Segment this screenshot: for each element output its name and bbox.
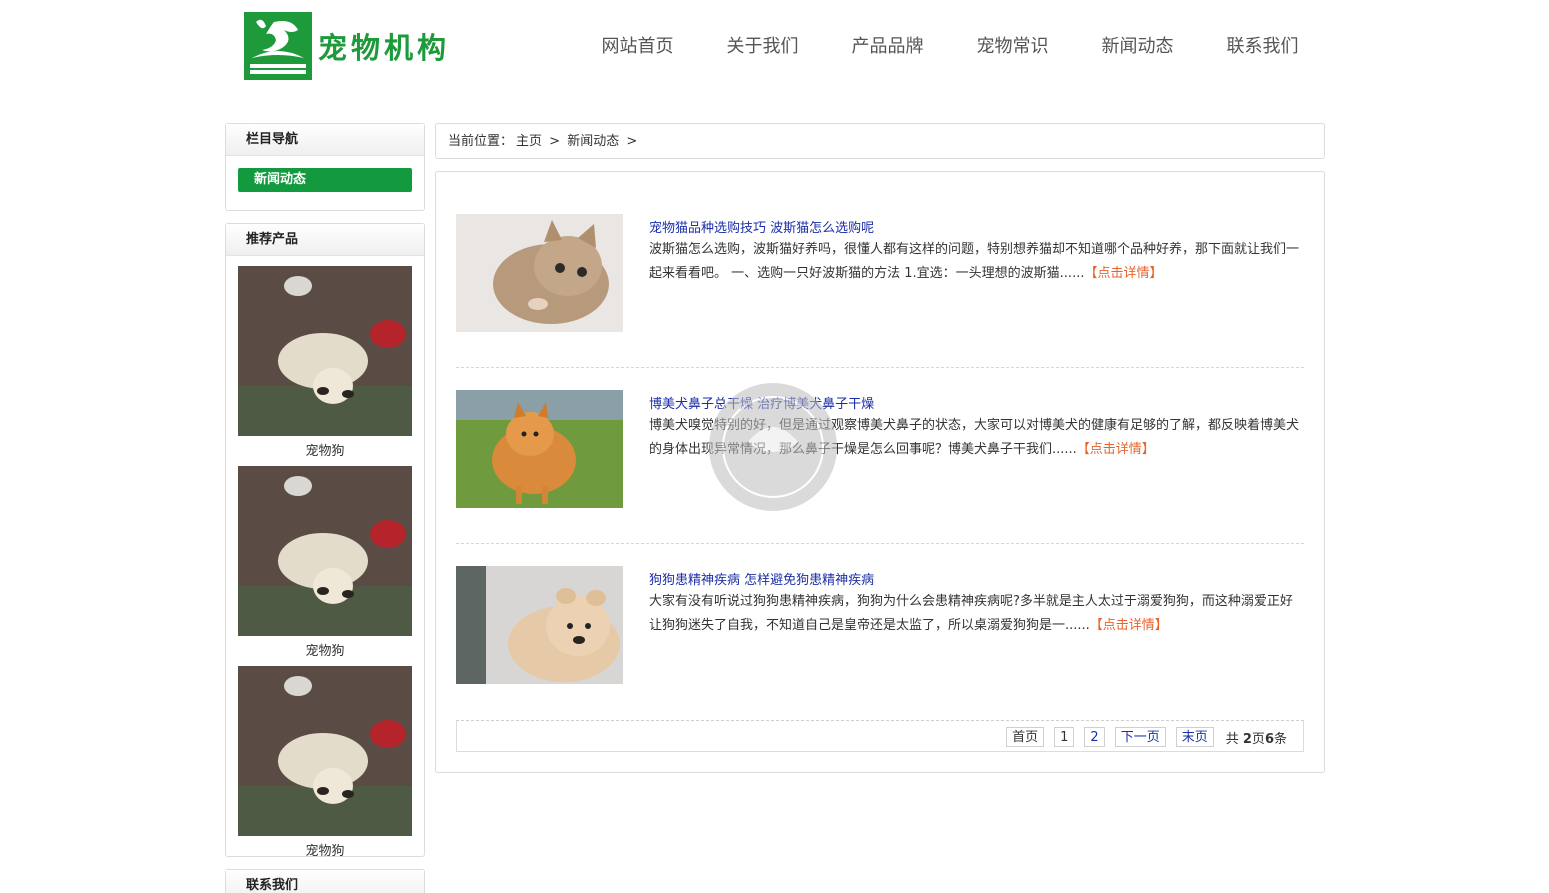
pagination-prefix: 共 (1225, 731, 1243, 747)
nav-item-brands[interactable]: 产品品牌 (825, 33, 950, 61)
pagination-summary: 共 2页6条 (1226, 728, 1287, 747)
pagination: 首页 1 2 下一页 末页 共 2页6条 (456, 720, 1304, 752)
read-more-link[interactable]: 【点击详情】 (1077, 442, 1155, 457)
pagination-total-pages: 2 (1242, 731, 1252, 747)
nav-item-knowledge[interactable]: 宠物常识 (950, 33, 1075, 61)
product-card[interactable]: 宠物狗 (238, 466, 412, 659)
read-more-link[interactable]: 【点击详情】 (1084, 266, 1162, 281)
list-item: 狗狗患精神疾病 怎样避免狗患精神疾病 大家有没有听说过狗狗患精神疾病，狗狗为什么… (456, 566, 1304, 720)
pagination-suffix: 条 (1273, 731, 1287, 747)
nav-item-home[interactable]: 网站首页 (575, 33, 700, 61)
sidebar-nav-title: 栏目导航 (226, 124, 424, 156)
news-list: 宠物猫品种选购技巧 波斯猫怎么选购呢 波斯猫怎么选购，波斯猫好养吗，很懂人都有这… (435, 171, 1325, 773)
page-next-button[interactable]: 下一页 (1114, 727, 1166, 747)
article-summary: 大家有没有听说过狗狗患精神疾病，狗狗为什么会患精神疾病呢?多半就是主人太过于溺爱… (649, 590, 1304, 638)
list-item: 博美犬鼻子总干燥 治疗博美犬鼻子干燥 博美犬嗅觉特别的好，但是通过观察博美犬鼻子… (456, 390, 1304, 544)
nav-item-about[interactable]: 关于我们 (700, 33, 825, 61)
logo-text: 宠物机构 (318, 31, 451, 65)
article-summary: 波斯猫怎么选购，波斯猫好养吗，很懂人都有这样的问题，特别想养猫却不知道哪个品种好… (649, 238, 1304, 286)
nav-item-news[interactable]: 新闻动态 (1075, 33, 1200, 61)
product-name[interactable]: 宠物狗 (238, 640, 412, 659)
logo[interactable]: 宠物机构 (244, 12, 450, 80)
breadcrumb-label: 当前位置： (448, 134, 514, 149)
main-nav: 网站首页 关于我们 产品品牌 宠物常识 新闻动态 联系我们 (575, 33, 1325, 61)
breadcrumb-separator: > (549, 134, 561, 149)
article-image-pomeranian[interactable] (456, 390, 623, 508)
breadcrumb-current[interactable]: 新闻动态 (567, 134, 619, 149)
product-image-dog[interactable] (238, 466, 412, 636)
read-more-link[interactable]: 【点击详情】 (1090, 618, 1168, 633)
breadcrumb-home[interactable]: 主页 (516, 134, 542, 149)
article-image-cat[interactable] (456, 214, 623, 332)
sidebar-item-news[interactable]: 新闻动态 (238, 168, 412, 192)
nav-item-contact[interactable]: 联系我们 (1200, 33, 1325, 61)
page-first-button[interactable]: 首页 (1006, 727, 1045, 747)
product-image-dog[interactable] (238, 666, 412, 836)
watermark-icon (709, 383, 837, 511)
product-name[interactable]: 宠物狗 (238, 840, 412, 859)
article-image-chow-chow[interactable] (456, 566, 623, 684)
sidebar-contact-title: 联系我们 (226, 870, 424, 893)
page-1-button[interactable]: 1 (1054, 727, 1075, 747)
breadcrumb-separator: > (626, 134, 638, 149)
sidebar-column-nav: 栏目导航 新闻动态 (225, 123, 425, 211)
sidebar-contact: 联系我们 (225, 869, 425, 893)
page-2-button[interactable]: 2 (1084, 727, 1105, 747)
sidebar-products: 推荐产品 宠物狗 宠物狗 宠物狗 (225, 223, 425, 859)
breadcrumb: 当前位置： 主页 > 新闻动态 > (435, 123, 1325, 159)
product-card[interactable]: 宠物狗 (238, 666, 412, 859)
page-last-button[interactable]: 末页 (1175, 727, 1214, 747)
list-item: 宠物猫品种选购技巧 波斯猫怎么选购呢 波斯猫怎么选购，波斯猫好养吗，很懂人都有这… (456, 214, 1304, 368)
dragon-logo-icon (244, 12, 312, 80)
sidebar-products-title: 推荐产品 (226, 224, 424, 256)
product-card[interactable]: 宠物狗 (238, 266, 412, 459)
pagination-total-items: 6 (1264, 731, 1274, 747)
article-summary-text: 波斯猫怎么选购，波斯猫好养吗，很懂人都有这样的问题，特别想养猫却不知道哪个品种好… (649, 242, 1300, 281)
article-title[interactable]: 宠物猫品种选购技巧 波斯猫怎么选购呢 (649, 217, 874, 236)
pagination-mid: 页 (1251, 731, 1265, 747)
pagination-controls: 首页 1 2 下一页 末页 共 2页6条 (996, 727, 1287, 747)
product-name[interactable]: 宠物狗 (238, 440, 412, 459)
article-title[interactable]: 狗狗患精神疾病 怎样避免狗患精神疾病 (649, 569, 874, 588)
product-image-dog[interactable] (238, 266, 412, 436)
header: 宠物机构 网站首页 关于我们 产品品牌 宠物常识 新闻动态 联系我们 (0, 0, 1549, 100)
article-summary-text: 大家有没有听说过狗狗患精神疾病，狗狗为什么会患精神疾病呢?多半就是主人太过于溺爱… (649, 594, 1293, 633)
